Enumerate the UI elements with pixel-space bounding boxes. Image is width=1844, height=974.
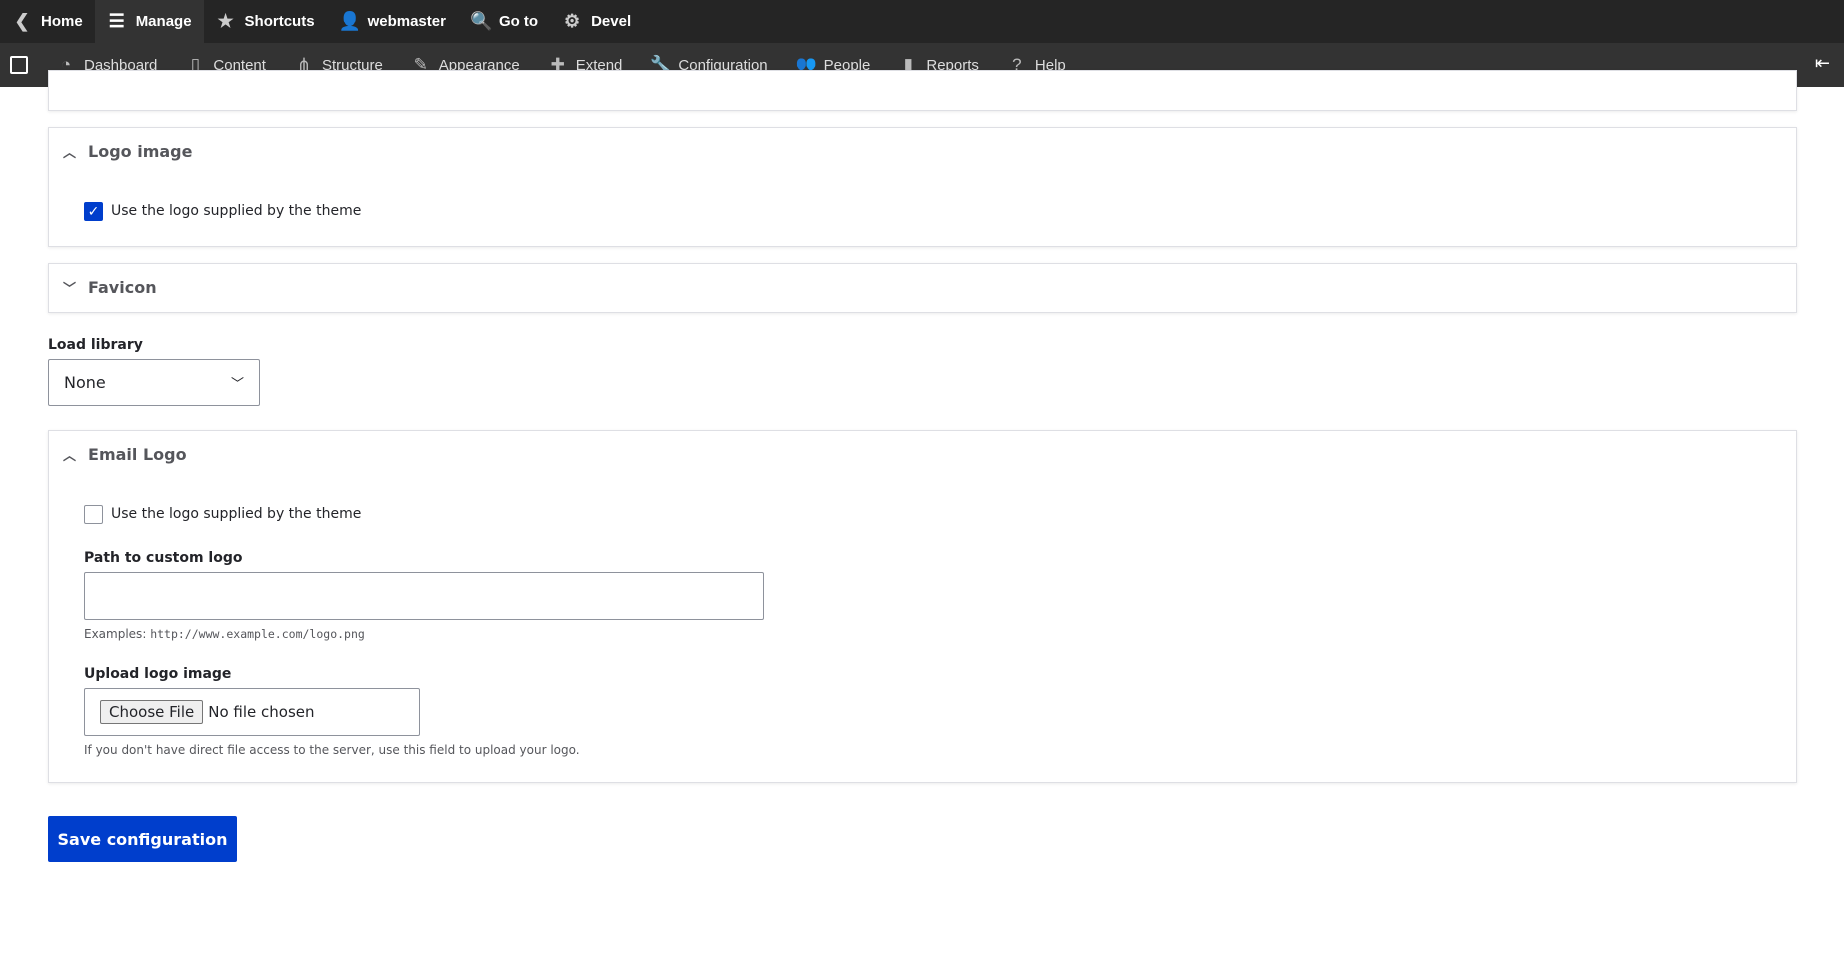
select-value: None — [64, 373, 106, 392]
load-library-label: Load library — [48, 337, 143, 353]
logo-image-summary[interactable]: ︿ Logo image — [63, 142, 192, 161]
search-icon: 🔍 — [469, 11, 493, 31]
path-label: Path to custom logo — [84, 550, 243, 566]
back-circle-icon: ❮ — [14, 11, 30, 31]
toolbar-label: Go to — [498, 13, 539, 30]
load-library-select[interactable]: None ﹀ — [48, 359, 260, 406]
no-file-text: No file chosen — [208, 703, 315, 721]
logo-image-details: ︿ Logo image ✓ Use the logo supplied by t… — [48, 127, 1797, 247]
section-title: Favicon — [88, 278, 157, 297]
toolbar-label: Devel — [591, 13, 632, 30]
gear-icon: ⚙ — [564, 11, 581, 31]
path-description: Examples: http://www.example.com/logo.pn… — [84, 627, 365, 641]
previous-card — [48, 70, 1797, 111]
checkbox-label[interactable]: Use the logo supplied by the theme — [111, 506, 361, 522]
examples-prefix: Examples: — [84, 627, 147, 641]
favicon-summary[interactable]: ﹀ Favicon — [63, 278, 157, 297]
chevron-down-icon: ﹀ — [230, 377, 244, 392]
upload-label: Upload logo image — [84, 666, 232, 682]
upload-description: If you don't have direct file access to … — [84, 743, 580, 757]
email-logo-details: ︿ Email Logo Use the logo supplied by the… — [48, 430, 1797, 783]
favicon-details: ﹀ Favicon — [48, 263, 1797, 313]
toolbar-label: Shortcuts — [244, 13, 315, 30]
examples-code: http://www.example.com/logo.png — [150, 627, 365, 641]
toolbar-label: webmaster — [367, 13, 446, 30]
user-icon: 👤 — [338, 11, 361, 31]
toolbar-manage[interactable]: ☰ Manage — [94, 0, 204, 43]
toolbar-label: Manage — [135, 13, 192, 30]
star-icon: ★ — [217, 11, 234, 31]
checkbox-label[interactable]: Use the logo supplied by the theme — [111, 203, 361, 219]
toolbar-user[interactable]: 👤 webmaster — [327, 0, 458, 43]
section-title: Email Logo — [88, 445, 187, 464]
logo-image-checkbox[interactable]: ✓ — [84, 202, 103, 221]
orientation-toggle-icon[interactable] — [10, 56, 28, 74]
toolbar-devel[interactable]: ⚙ Devel — [550, 0, 643, 43]
collapse-sidebar-icon[interactable]: ⇤ — [1815, 53, 1830, 74]
section-title: Logo image — [88, 142, 193, 161]
toolbar-home[interactable]: ❮ Home — [0, 0, 95, 43]
top-toolbar: ❮ Home ☰ Manage ★ Shortcuts 👤 webmaster 🔍 Go … — [0, 0, 1844, 43]
path-input[interactable] — [84, 572, 764, 620]
toolbar-goto[interactable]: 🔍 Go to — [458, 0, 550, 43]
chevron-up-icon: ︿ — [63, 449, 77, 464]
chevron-up-icon: ︿ — [63, 146, 77, 161]
choose-file-button[interactable]: Choose File — [100, 700, 204, 724]
email-logo-checkbox[interactable] — [84, 505, 103, 524]
save-configuration-button[interactable]: Save configuration — [48, 816, 237, 862]
chevron-down-icon: ﹀ — [63, 282, 77, 297]
menu-icon: ☰ — [108, 11, 125, 31]
email-logo-summary[interactable]: ︿ Email Logo — [63, 445, 187, 464]
toolbar-label: Home — [41, 13, 83, 30]
upload-file-input[interactable]: Choose File No file chosen — [84, 688, 420, 736]
toolbar-shortcuts[interactable]: ★ Shortcuts — [204, 0, 327, 43]
check-icon: ✓ — [87, 204, 100, 220]
